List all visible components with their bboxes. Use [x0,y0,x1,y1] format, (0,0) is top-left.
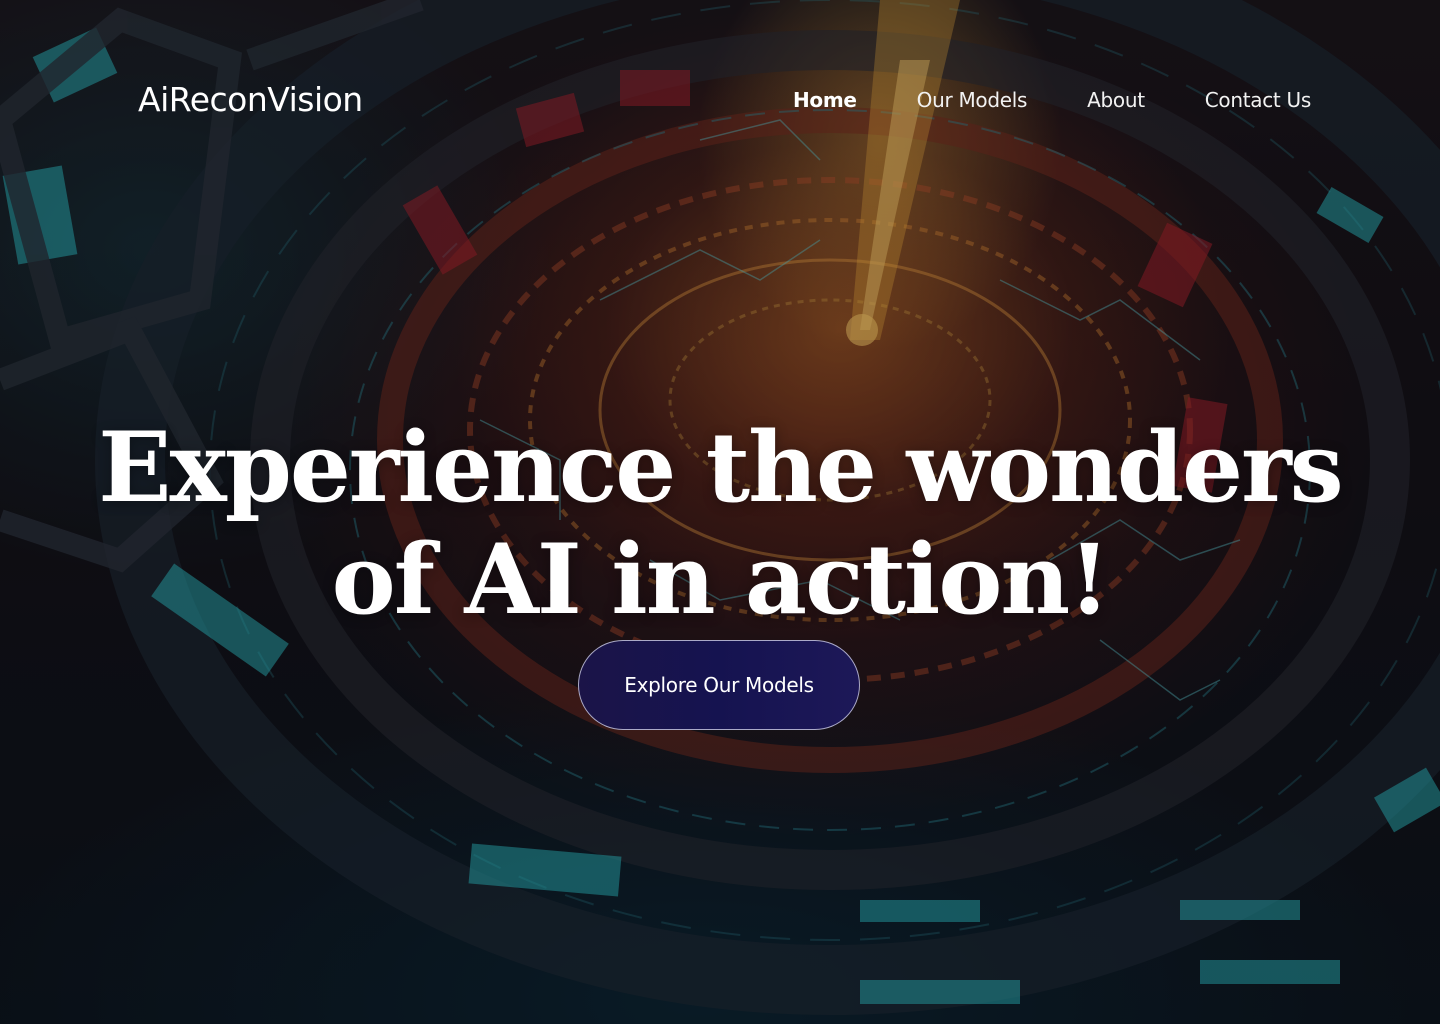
hero-headline-line-2: of AI in action! [331,523,1111,637]
brand-logo[interactable]: AiReconVision [138,80,363,120]
nav-menu: Home Our Models About Contact Us [793,86,1311,114]
nav-link-our-models[interactable]: Our Models [917,86,1028,114]
nav-link-contact-us[interactable]: Contact Us [1205,86,1312,114]
nav-link-home[interactable]: Home [793,86,857,114]
hero-headline-line-1: Experience the wonders [98,411,1343,525]
hero-headline: Experience the wonders of AI in action! [0,412,1440,636]
top-navigation: AiReconVision Home Our Models About Cont… [0,0,1440,200]
nav-link-about[interactable]: About [1087,86,1145,114]
explore-models-button[interactable]: Explore Our Models [578,640,860,730]
hero-section: AiReconVision Home Our Models About Cont… [0,0,1440,1024]
